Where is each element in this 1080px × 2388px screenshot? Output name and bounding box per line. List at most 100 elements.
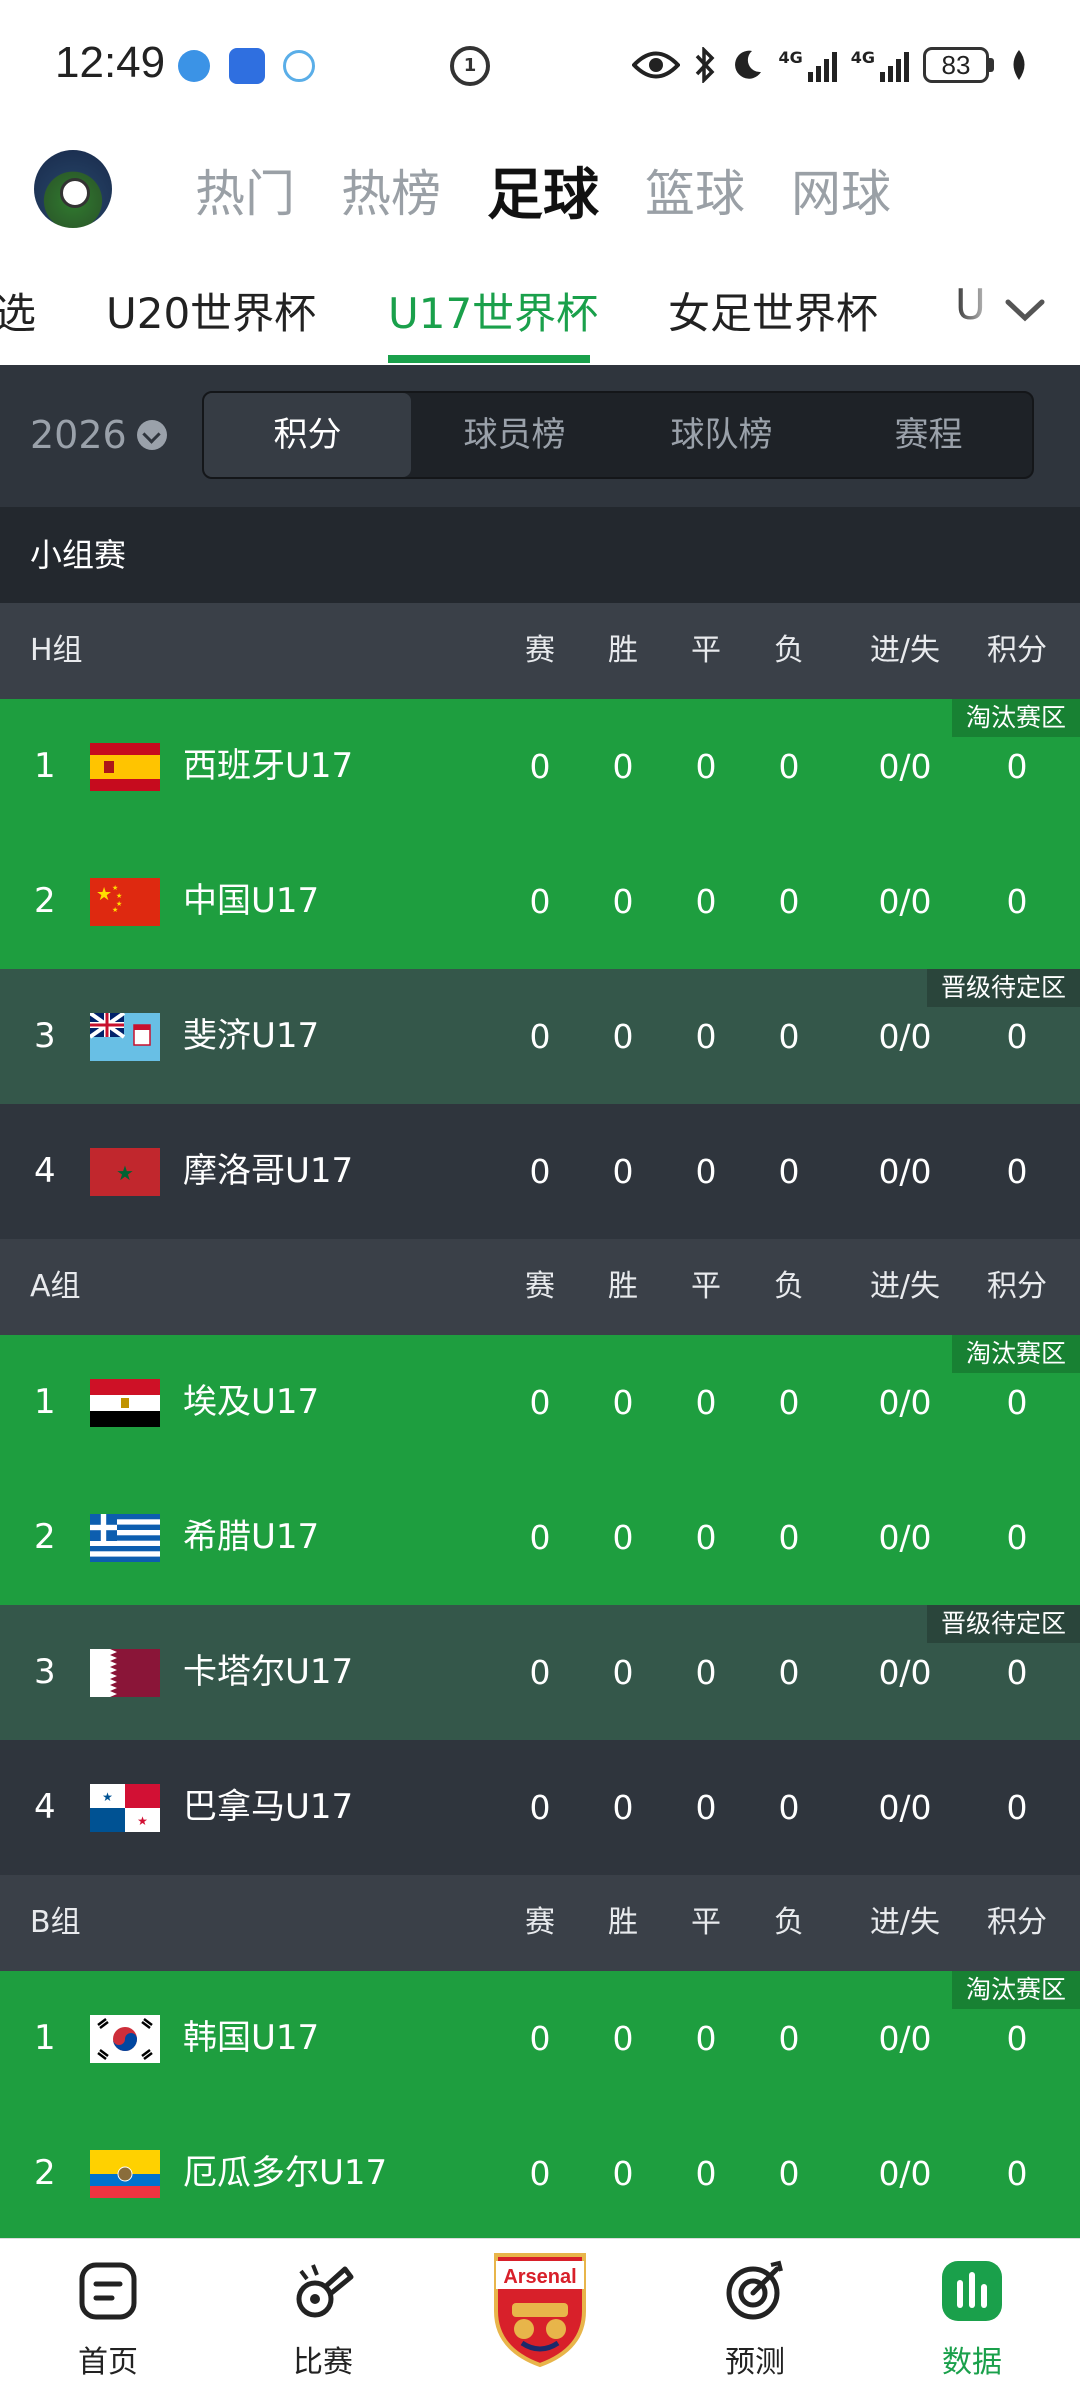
column-header: 进/失: [869, 1905, 941, 1940]
notification-circle-icon: 1: [450, 46, 490, 86]
bottom-nav: 首页 比赛 Arsenal 预测 数据: [0, 2238, 1080, 2388]
team-name: 卡塔尔U17: [183, 1652, 354, 1692]
column-header: 进/失: [869, 633, 941, 668]
tab-tennis[interactable]: 网球: [791, 154, 891, 231]
egypt-flag-icon: [90, 1379, 160, 1427]
china-flag-icon: ★ ★ ★ ★ ★: [90, 878, 160, 926]
fiji-flag-icon: [90, 1013, 160, 1061]
team-stat-goals: 0/0: [878, 1383, 932, 1422]
team-stat-lost: 0: [778, 2019, 800, 2058]
segment-standings[interactable]: 积分: [204, 393, 411, 477]
group-name: A组: [30, 1269, 81, 1304]
table-row[interactable]: 1 韩国U17 0 0 0 0 0/0 0 淘汰赛区: [0, 1971, 1080, 2106]
column-header: 进/失: [869, 1269, 941, 1304]
soccer-ball-icon: [60, 178, 90, 208]
korea-flag-icon: [90, 2015, 160, 2063]
team-stat-points: 0: [1006, 1788, 1028, 1827]
svg-text:★: ★: [96, 884, 112, 905]
group-name: B组: [30, 1905, 81, 1940]
team-name: 希腊U17: [183, 1517, 320, 1557]
avatar[interactable]: [34, 150, 112, 228]
segment-teams[interactable]: 球队榜: [618, 393, 825, 477]
app-notification-icon: [283, 50, 315, 82]
greece-flag-icon: [90, 1514, 160, 1562]
nav-home[interactable]: 首页: [48, 2259, 168, 2381]
tab-football[interactable]: 足球: [487, 150, 599, 231]
team-rank: 2: [34, 1517, 56, 1557]
team-stat-goals: 0/0: [878, 1788, 932, 1827]
nav-data[interactable]: 数据: [912, 2259, 1032, 2381]
team-name: 中国U17: [183, 881, 320, 921]
arsenal-crest-icon[interactable]: Arsenal: [490, 2251, 590, 2369]
table-row[interactable]: 1 西班牙U17 0 0 0 0 0/0 0 淘汰赛区: [0, 699, 1080, 834]
column-header: 平: [691, 633, 721, 668]
column-header: 积分: [987, 1269, 1047, 1304]
group-header: A组 赛 胜 平 负 进/失 积分: [0, 1239, 1080, 1335]
team-rank: 1: [34, 2018, 56, 2058]
table-row[interactable]: 4 ★ ★ 巴拿马U17 0 0 0 0 0/0 0: [0, 1740, 1080, 1875]
league-tab-u17[interactable]: U17世界杯: [388, 280, 598, 341]
season-selector[interactable]: 2026: [30, 413, 167, 457]
sport-tabs: 热门 热榜 足球 篮球 网球: [195, 154, 891, 231]
team-stat-points: 0: [1006, 2154, 1028, 2193]
team-rank: 3: [34, 1016, 56, 1056]
table-row[interactable]: 2 希腊U17 0 0 0 0 0/0 0: [0, 1470, 1080, 1605]
team-stat-points: 0: [1006, 1152, 1028, 1191]
team-stat-lost: 0: [778, 1788, 800, 1827]
team-stat-goals: 0/0: [878, 747, 932, 786]
table-row[interactable]: 4 ★ 摩洛哥U17 0 0 0 0 0/0 0: [0, 1104, 1080, 1239]
svg-text:★: ★: [116, 1161, 134, 1185]
column-header: 平: [691, 1269, 721, 1304]
table-row[interactable]: 2 厄瓜多尔U17 0 0 0 0 0/0 0: [0, 2106, 1080, 2241]
team-stat-goals: 0/0: [878, 882, 932, 921]
tab-hot-list[interactable]: 热榜: [341, 154, 441, 231]
table-row[interactable]: 1 埃及U17 0 0 0 0 0/0 0 淘汰赛区: [0, 1335, 1080, 1470]
group-header: B组 赛 胜 平 负 进/失 积分: [0, 1875, 1080, 1971]
column-header: 平: [691, 1905, 721, 1940]
table-row[interactable]: 2 ★ ★ ★ ★ ★ 中国U17 0 0 0 0 0/0 0: [0, 834, 1080, 969]
team-rank: 1: [34, 1382, 56, 1422]
status-icons: 4G 4G 83: [632, 42, 1030, 88]
column-header: 负: [774, 1269, 804, 1304]
home-icon: [79, 2262, 137, 2320]
team-stat-lost: 0: [778, 1653, 800, 1692]
chevron-down-icon[interactable]: [1000, 285, 1050, 335]
tab-hot[interactable]: 热门: [195, 154, 295, 231]
nav-predict[interactable]: 预测: [695, 2259, 815, 2381]
team-stat-lost: 0: [778, 1017, 800, 1056]
bluetooth-icon: [696, 47, 715, 83]
status-time: 12:49: [55, 38, 166, 87]
team-rank: 4: [34, 1151, 56, 1191]
zone-badge: 淘汰赛区: [951, 1971, 1080, 2009]
team-stat-lost: 0: [778, 1518, 800, 1557]
team-name: 斐济U17: [183, 1016, 320, 1056]
status-bar: 12:49 1 4G 4G 83: [0, 0, 1080, 130]
nav-matches[interactable]: 比赛: [263, 2259, 383, 2381]
team-name: 巴拿马U17: [183, 1787, 354, 1827]
tab-basketball[interactable]: 篮球: [645, 154, 745, 231]
signal-icon: 4G: [778, 48, 837, 82]
filter-row: 2026 积分 球员榜 球队榜 赛程: [0, 365, 1080, 507]
league-tab-partial[interactable]: 选: [0, 280, 36, 341]
crest-text: Arsenal: [503, 2266, 576, 2288]
league-tab-women[interactable]: 女足世界杯: [668, 280, 878, 341]
team-rank: 3: [34, 1652, 56, 1692]
column-header: 胜: [608, 633, 638, 668]
team-name: 韩国U17: [183, 2018, 320, 2058]
team-name: 厄瓜多尔U17: [183, 2153, 388, 2193]
column-header: 负: [774, 633, 804, 668]
stats-segment: 积分 球员榜 球队榜 赛程: [202, 391, 1034, 479]
table-row[interactable]: 3 斐济U17 0 0 0 0 0/0 0 晋级待定区: [0, 969, 1080, 1104]
column-header: 胜: [608, 1269, 638, 1304]
team-stat-goals: 0/0: [878, 2154, 932, 2193]
segment-players[interactable]: 球员榜: [411, 393, 618, 477]
battery-icon: 83: [923, 47, 994, 83]
table-row[interactable]: 3 卡塔尔U17 0 0 0 0 0/0 0 晋级待定区: [0, 1605, 1080, 1740]
column-header: 胜: [608, 1905, 638, 1940]
team-rank: 4: [34, 1787, 56, 1827]
column-header: 赛: [525, 1905, 555, 1940]
segment-schedule[interactable]: 赛程: [825, 393, 1032, 477]
team-stat-lost: 0: [778, 747, 800, 786]
league-tab-u20[interactable]: U20世界杯: [106, 280, 316, 341]
svg-text:★: ★: [112, 884, 118, 892]
